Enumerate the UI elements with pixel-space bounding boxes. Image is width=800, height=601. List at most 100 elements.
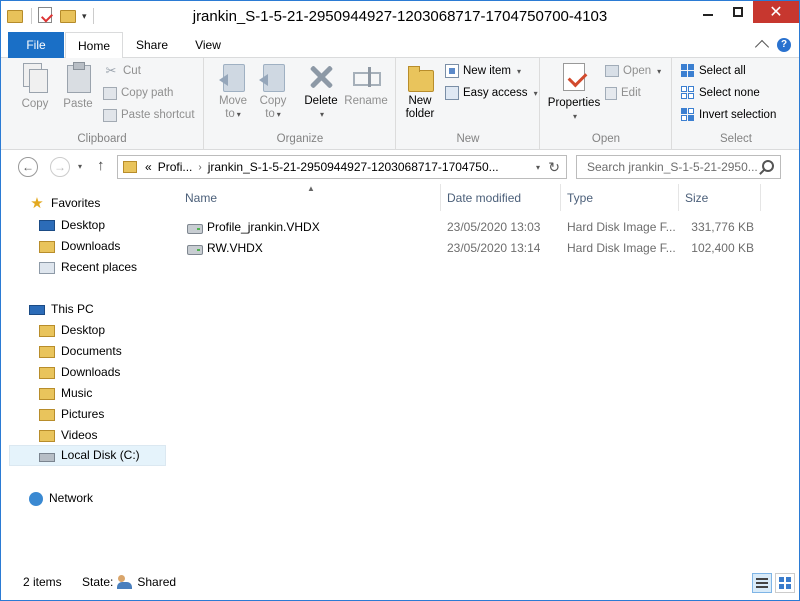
nav-fav-recent-places[interactable]: Recent places (39, 257, 137, 278)
close-button[interactable]: ✕ (753, 1, 799, 23)
forward-button[interactable]: → (50, 157, 70, 177)
easy-access-button[interactable]: Easy access ▾ (445, 83, 538, 103)
computer-icon (29, 304, 45, 315)
minimize-icon (703, 14, 713, 16)
column-header: ▲ Name Date modified Type Size (169, 184, 769, 211)
copy-to-button[interactable]: Copy to ▾ (253, 62, 293, 121)
open-icon (605, 65, 619, 77)
recent-locations-icon[interactable]: ▾ (78, 162, 82, 171)
properties-button[interactable]: Properties ▾ (545, 62, 603, 123)
quick-access-toolbar: ▾ (7, 7, 96, 25)
tab-file[interactable]: File (8, 32, 64, 58)
edit-button[interactable]: Edit (605, 83, 641, 103)
nav-favorites[interactable]: ★ Favorites (29, 193, 100, 214)
group-label-organize: Organize (276, 133, 324, 145)
shared-users-icon (117, 575, 133, 589)
maximize-button[interactable] (723, 1, 753, 23)
nav-fav-desktop[interactable]: Desktop (39, 215, 105, 236)
select-none-icon (681, 86, 695, 100)
file-name: Profile_jrankin.VHDX (207, 220, 320, 234)
breadcrumb-item[interactable]: jrankin_S-1-5-21-2950944927-1203068717-1… (208, 160, 499, 174)
edit-icon (605, 86, 617, 100)
search-input[interactable]: Search jrankin_S-1-5-21-2950... (576, 155, 781, 179)
new-item-icon (445, 64, 459, 78)
back-button[interactable]: ← (18, 157, 38, 177)
invert-selection-icon (681, 108, 695, 122)
details-view-button[interactable] (752, 573, 772, 593)
new-folder-icon (406, 62, 434, 92)
refresh-icon[interactable]: ↻ (548, 159, 560, 176)
ribbon-tabs: File Home Share View ? (1, 32, 799, 59)
music-folder-icon (39, 387, 55, 400)
tab-share[interactable]: Share (125, 32, 179, 58)
open-button[interactable]: Open ▾ (605, 61, 661, 81)
breadcrumb-chevron-icon[interactable]: › (198, 162, 201, 173)
file-row[interactable]: Profile_jrankin.VHDX 23/05/2020 13:03 Ha… (179, 217, 759, 238)
paste-shortcut-button[interactable]: Paste shortcut (103, 105, 195, 125)
documents-folder-icon (39, 345, 55, 358)
help-icon[interactable]: ? (777, 38, 791, 52)
properties-icon[interactable] (38, 7, 56, 25)
paste-button[interactable]: Paste (57, 62, 99, 111)
minimize-button[interactable] (693, 1, 723, 23)
nav-network[interactable]: Network (29, 488, 93, 509)
minimize-ribbon-icon[interactable] (754, 39, 770, 55)
nav-this-pc[interactable]: This PC (29, 299, 94, 320)
file-size: 102,400 KB (691, 241, 754, 255)
breadcrumb-item[interactable]: Profi... (158, 160, 193, 174)
tab-view[interactable]: View (181, 32, 235, 58)
qat-customize-icon[interactable]: ▾ (82, 11, 87, 22)
select-none-button[interactable]: Select none (681, 83, 760, 103)
ribbon-right-controls: ? (754, 38, 791, 55)
desktop-folder-icon (39, 324, 55, 337)
breadcrumb-overflow[interactable]: « (145, 160, 152, 174)
nav-pc-pictures[interactable]: Pictures (39, 404, 104, 425)
nav-pc-downloads[interactable]: Downloads (39, 362, 120, 383)
recent-places-icon (39, 261, 55, 274)
up-button[interactable]: ↑ (97, 157, 105, 174)
folder-icon (123, 161, 137, 173)
copy-path-button[interactable]: Copy path (103, 83, 173, 103)
new-item-button[interactable]: New item ▾ (445, 61, 521, 81)
file-row[interactable]: RW.VHDX 23/05/2020 13:14 Hard Disk Image… (179, 238, 759, 259)
qat-divider (92, 8, 94, 24)
column-name[interactable]: Name (179, 184, 441, 211)
address-dropdown-icon[interactable]: ▾ (536, 163, 540, 172)
new-folder-label-2: folder (405, 108, 435, 120)
column-size[interactable]: Size (679, 184, 761, 211)
select-all-button[interactable]: Select all (681, 61, 746, 81)
nav-pc-local-disk[interactable]: Local Disk (C:) (9, 445, 166, 466)
delete-button[interactable]: Delete ▾ (301, 62, 341, 121)
navigation-bar: ← → ▾ ↑ « Profi... › jrankin_S-1-5-21-29… (1, 150, 799, 184)
properties-icon (560, 62, 588, 94)
new-folder-button[interactable]: New folder (401, 62, 439, 121)
column-date-modified[interactable]: Date modified (441, 184, 561, 211)
cut-button[interactable]: ✂ Cut (103, 61, 141, 81)
copy-button[interactable]: Copy (15, 62, 55, 111)
star-icon: ★ (30, 194, 44, 212)
dropdown-arrow-icon: ▾ (276, 110, 281, 119)
copy-to-icon (259, 62, 287, 92)
nav-fav-downloads[interactable]: Downloads (39, 236, 120, 257)
folder-icon[interactable] (7, 7, 25, 25)
search-icon[interactable] (762, 160, 774, 172)
nav-pc-desktop[interactable]: Desktop (39, 320, 105, 341)
open-group: Properties ▾ Open ▾ Edit Open (541, 58, 672, 150)
dropdown-arrow-icon: ▾ (516, 66, 521, 76)
rename-button[interactable]: Rename (343, 62, 389, 108)
tab-home[interactable]: Home (65, 32, 123, 59)
videos-folder-icon (39, 429, 55, 442)
new-folder-icon[interactable] (60, 7, 78, 25)
nav-pc-music[interactable]: Music (39, 383, 92, 404)
invert-selection-button[interactable]: Invert selection (681, 105, 776, 125)
organize-group: Move to ▾ Copy to ▾ Delete ▾ Rename Organi… (205, 58, 396, 150)
group-label-clipboard: Clipboard (77, 133, 127, 145)
large-icons-view-button[interactable] (775, 573, 795, 593)
move-to-button[interactable]: Move to ▾ (213, 62, 253, 121)
nav-pc-documents[interactable]: Documents (39, 341, 122, 362)
view-switcher (752, 573, 795, 593)
address-bar[interactable]: « Profi... › jrankin_S-1-5-21-2950944927… (117, 155, 567, 179)
window-title: jrankin_S-1-5-21-2950944927-1203068717-1… (192, 8, 608, 25)
nav-pc-videos[interactable]: Videos (39, 425, 97, 446)
column-type[interactable]: Type (561, 184, 679, 211)
